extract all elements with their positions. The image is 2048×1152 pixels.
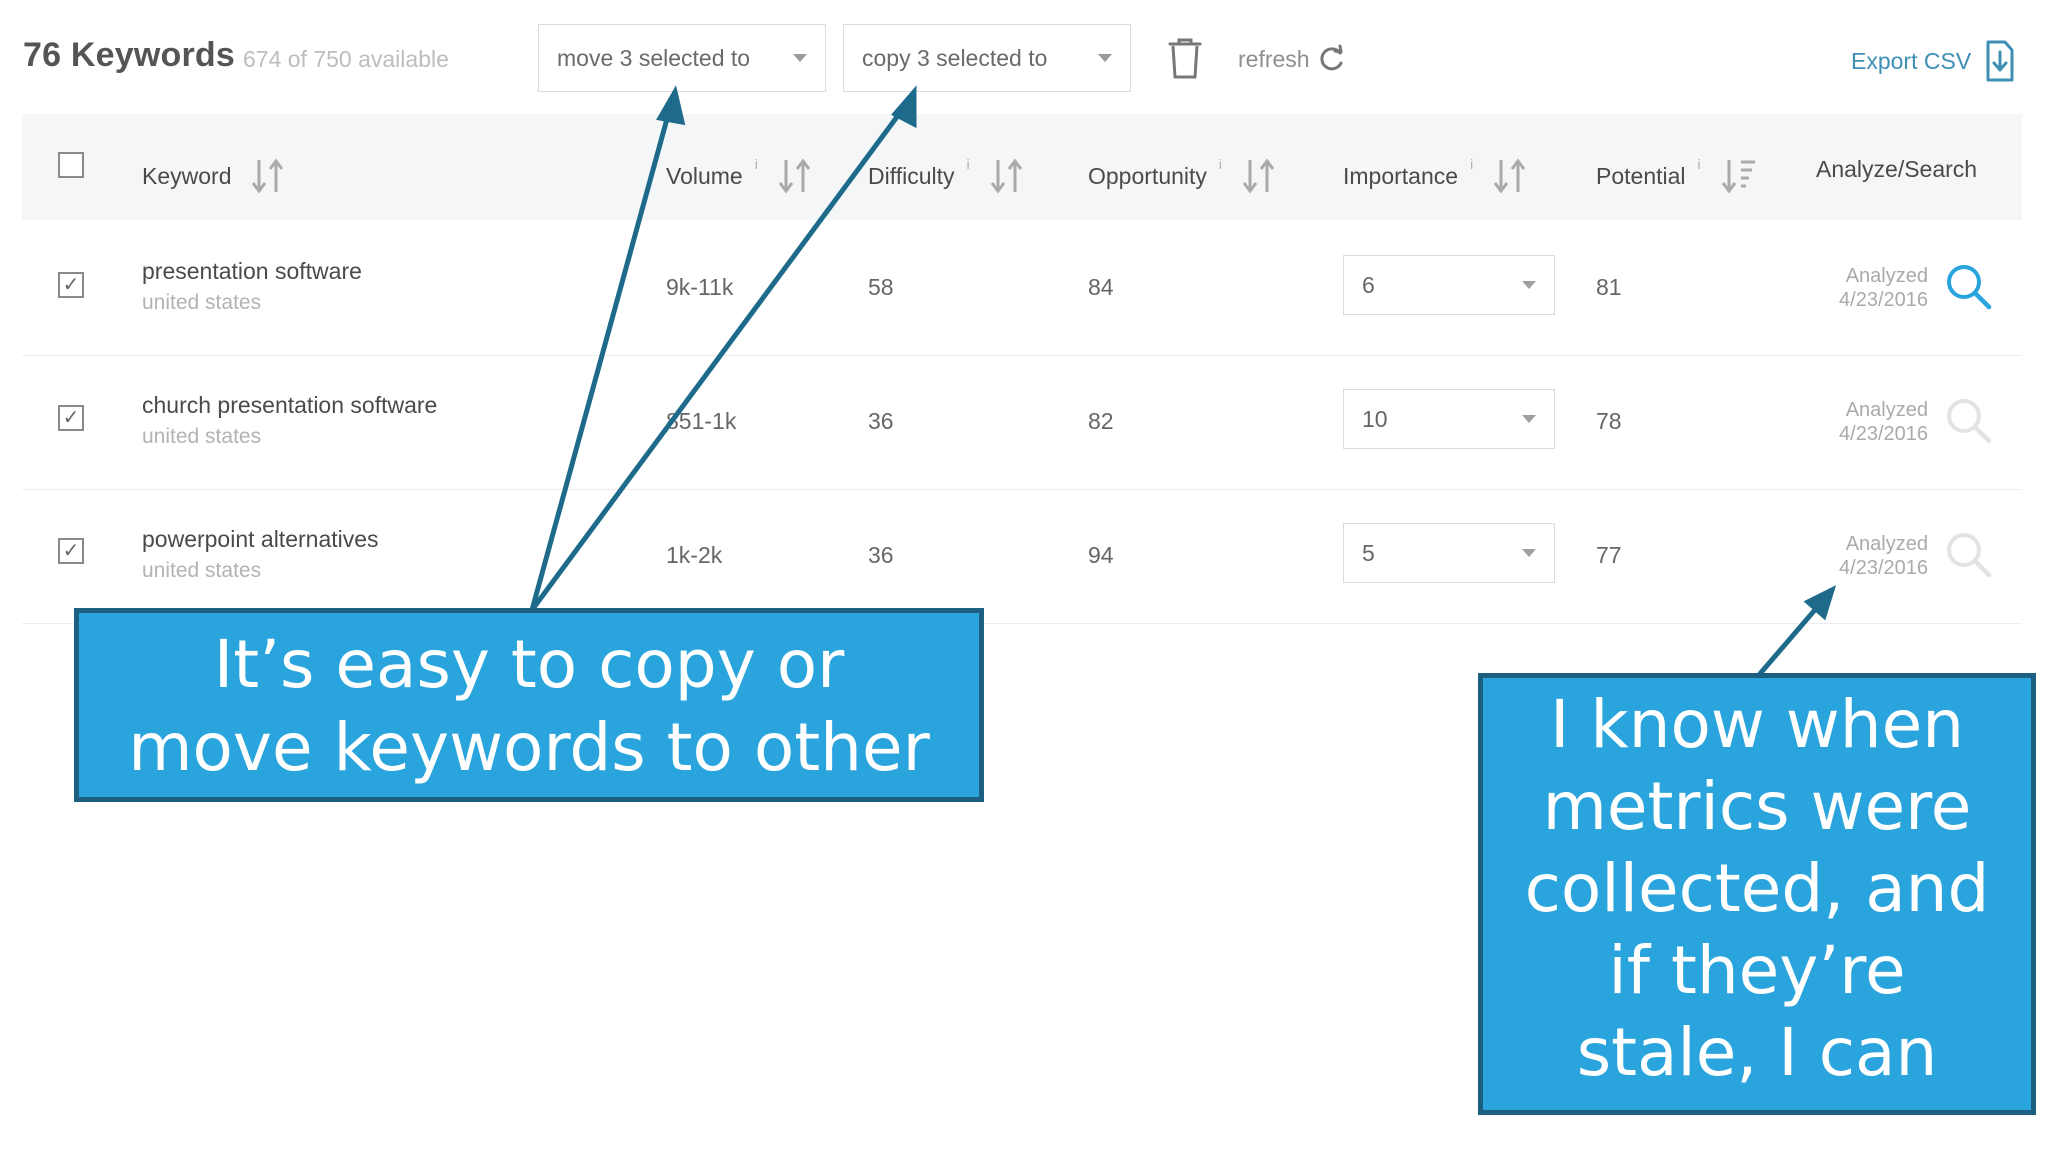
analyzed-date: 4/23/2016 [1839, 423, 1928, 445]
analyze-header-label: Analyze/Search [1816, 156, 1978, 182]
analyzed-label: Analyzed [1845, 533, 1928, 555]
column-header-volume[interactable]: Volume i [666, 156, 814, 196]
info-icon[interactable]: i [1698, 156, 1701, 172]
keyword-location: united states [142, 291, 262, 314]
callout-copy-move: It’s easy to copy or move keywords to ot… [74, 608, 984, 802]
sort-icon[interactable] [988, 156, 1026, 196]
row-checkbox[interactable]: ✓ [58, 272, 84, 298]
info-icon[interactable]: i [755, 156, 758, 172]
select-all-checkbox[interactable] [58, 152, 84, 178]
difficulty-value: 58 [868, 274, 894, 300]
table-row [22, 356, 2022, 490]
callout-text: collected, and [1524, 850, 1990, 927]
volume-value: 9k-11k [666, 274, 734, 300]
chevron-down-icon [1522, 415, 1536, 423]
importance-value: 6 [1362, 271, 1375, 298]
info-icon[interactable]: i [1470, 156, 1473, 172]
chevron-down-icon [793, 54, 807, 62]
column-header-importance[interactable]: Importance i [1343, 156, 1529, 196]
difficulty-header-label: Difficulty [868, 162, 955, 189]
importance-select[interactable]: 10 [1343, 389, 1555, 449]
page-title: 76 Keywords [23, 36, 235, 75]
chevron-down-icon [1098, 54, 1112, 62]
column-header-difficulty[interactable]: Difficulty i [868, 156, 1026, 196]
sort-icon[interactable] [249, 156, 287, 196]
keyword-name[interactable]: powerpoint alternatives [142, 526, 379, 553]
potential-header-label: Potential [1596, 162, 1686, 189]
move-selected-dropdown[interactable]: move 3 selected to [538, 24, 826, 92]
copy-dropdown-label: copy 3 selected to [862, 44, 1048, 71]
importance-value: 5 [1362, 539, 1375, 566]
keyword-header-label: Keyword [142, 162, 232, 189]
keyword-location: united states [142, 425, 262, 448]
analyzed-status: Analyzed 4/23/2016 [1788, 532, 1928, 580]
export-csv-button[interactable]: Export CSV [1851, 40, 2015, 82]
row-checkbox[interactable]: ✓ [58, 405, 84, 431]
sort-icon[interactable] [776, 156, 814, 196]
keyword-name[interactable]: church presentation software [142, 392, 437, 419]
callout-text: metrics were [1542, 768, 1972, 845]
analyzed-status: Analyzed 4/23/2016 [1788, 398, 1928, 446]
importance-header-label: Importance [1343, 162, 1459, 189]
move-dropdown-label: move 3 selected to [557, 44, 751, 71]
column-header-opportunity[interactable]: Opportunity i [1088, 156, 1278, 196]
column-header-potential[interactable]: Potential i [1596, 156, 1759, 196]
analyzed-date: 4/23/2016 [1839, 557, 1928, 579]
row-checkbox[interactable]: ✓ [58, 538, 84, 564]
check-icon: ✓ [62, 540, 80, 562]
check-icon: ✓ [62, 274, 80, 296]
export-label: Export CSV [1851, 47, 1972, 74]
copy-selected-dropdown[interactable]: copy 3 selected to [843, 24, 1131, 92]
potential-value: 81 [1596, 274, 1622, 300]
analyzed-label: Analyzed [1845, 265, 1928, 287]
potential-value: 77 [1596, 542, 1622, 568]
keyword-count: 76 Keywords [23, 36, 235, 74]
volume-header-label: Volume [666, 162, 743, 189]
column-header-analyze: Analyze/Search [1816, 156, 1977, 183]
volume-value: 1k-2k [666, 542, 723, 568]
download-icon [1986, 40, 2014, 82]
sort-desc-icon[interactable] [1719, 156, 1759, 196]
callout-metrics-stale: I know when metrics were collected, and … [1478, 673, 2036, 1115]
importance-select[interactable]: 5 [1343, 523, 1555, 583]
check-icon: ✓ [62, 407, 80, 429]
opportunity-value: 82 [1088, 408, 1114, 434]
info-icon[interactable]: i [967, 156, 970, 172]
info-icon[interactable]: i [1219, 156, 1222, 172]
opportunity-value: 94 [1088, 542, 1114, 568]
difficulty-value: 36 [868, 408, 894, 434]
potential-value: 78 [1596, 408, 1622, 434]
callout-text: It’s easy to copy or [213, 626, 845, 703]
column-header-keyword[interactable]: Keyword [142, 156, 287, 196]
sort-icon[interactable] [1240, 156, 1278, 196]
analyzed-status: Analyzed 4/23/2016 [1788, 264, 1928, 312]
available-count: 674 of 750 available [243, 46, 449, 72]
table-row [22, 222, 2022, 356]
opportunity-header-label: Opportunity [1088, 162, 1207, 189]
analyzed-label: Analyzed [1845, 399, 1928, 421]
refresh-label: refresh [1238, 45, 1310, 72]
difficulty-value: 36 [868, 542, 894, 568]
refresh-button[interactable]: refresh [1238, 44, 1346, 74]
refresh-icon [1320, 44, 1343, 71]
trash-icon[interactable] [1166, 36, 1204, 80]
volume-value: 851-1k [666, 408, 737, 434]
keyword-name[interactable]: presentation software [142, 258, 362, 285]
search-icon[interactable] [1944, 530, 1992, 578]
chevron-down-icon [1522, 549, 1536, 557]
importance-value: 10 [1362, 405, 1388, 432]
keyword-location: united states [142, 559, 262, 582]
chevron-down-icon [1522, 281, 1536, 289]
callout-text: if they’re [1608, 932, 1906, 1009]
importance-select[interactable]: 6 [1343, 255, 1555, 315]
table-row [22, 490, 2022, 624]
callout-text: I know when [1549, 686, 1965, 763]
callout-text: stale, I can [1576, 1014, 1938, 1091]
sort-icon[interactable] [1491, 156, 1529, 196]
callout-text: move keywords to other [128, 709, 930, 786]
search-icon[interactable] [1944, 396, 1992, 444]
analyzed-date: 4/23/2016 [1839, 289, 1928, 311]
opportunity-value: 84 [1088, 274, 1114, 300]
search-icon[interactable] [1944, 262, 1992, 310]
